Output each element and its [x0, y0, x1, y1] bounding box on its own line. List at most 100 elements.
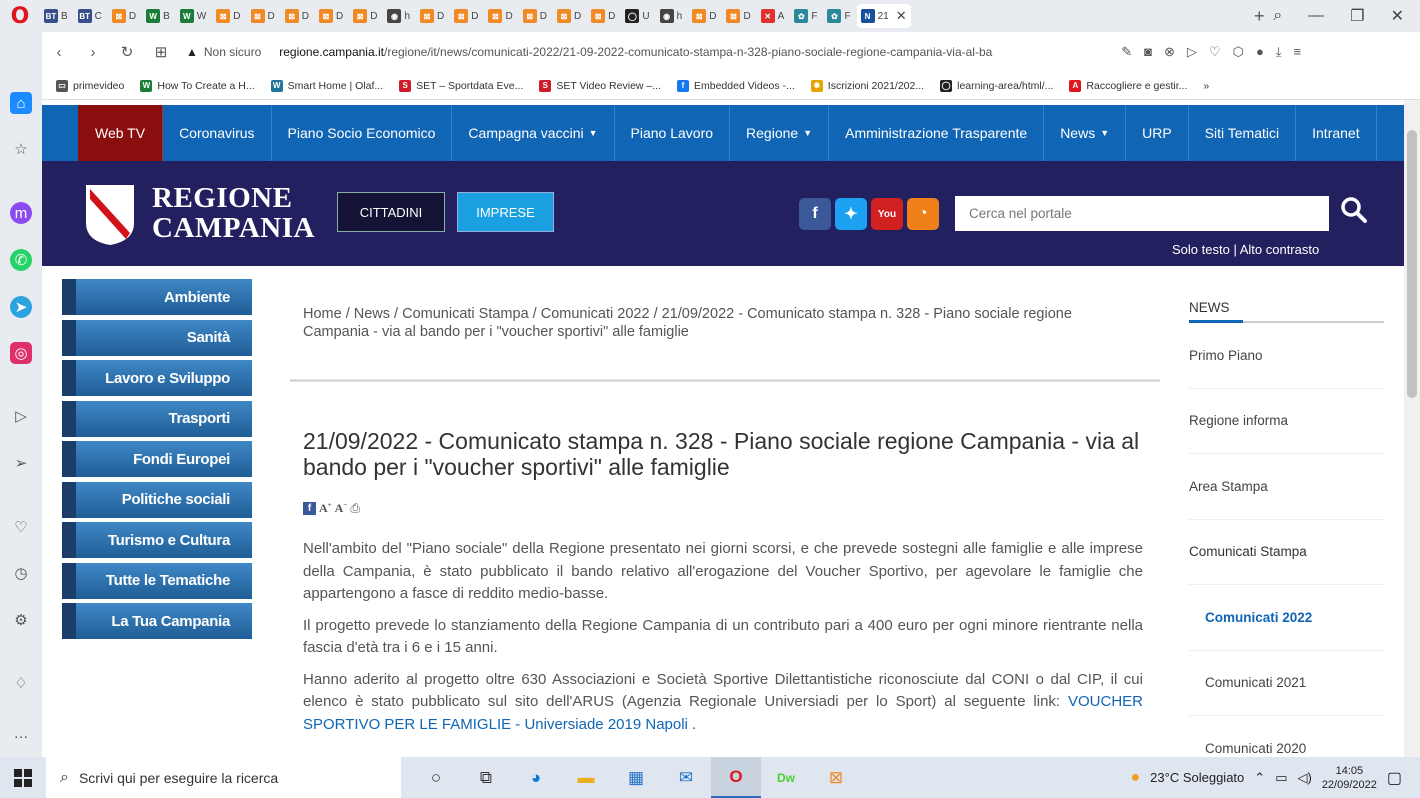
browser-tab[interactable]: ◉ h: [383, 4, 414, 28]
heart-sidebar-icon[interactable]: ♡: [10, 516, 32, 538]
home-icon[interactable]: ⌂: [10, 92, 32, 114]
nav-item-regione[interactable]: Regione ▼: [730, 105, 830, 161]
close-tab-icon[interactable]: ✕: [896, 8, 907, 24]
news-sidebar-item[interactable]: Comunicati Stampa: [1189, 520, 1384, 585]
nav-item-urp[interactable]: URP: [1126, 105, 1189, 161]
left-menu-item[interactable]: Tutte le Tematiche: [62, 562, 252, 599]
browser-tab[interactable]: BT C: [74, 4, 106, 28]
browser-tab[interactable]: ⊠ D: [722, 4, 754, 28]
history-icon[interactable]: ◷: [10, 562, 32, 584]
cortana-icon[interactable]: ○: [411, 757, 461, 798]
font-decrease-icon[interactable]: A−: [335, 501, 348, 516]
twitter-icon[interactable]: ✦: [835, 198, 867, 230]
bookmark-item[interactable]: S SET Video Review –...: [539, 79, 661, 92]
page-scrollbar[interactable]: [1404, 100, 1420, 757]
weather-icon[interactable]: ●: [1131, 769, 1141, 787]
browser-tab[interactable]: ⊠ D: [688, 4, 720, 28]
left-menu-item[interactable]: Turismo e Cultura: [62, 522, 252, 558]
browser-tab-active[interactable]: N 21 ✕: [856, 4, 911, 28]
nav-item-amministrazione-trasparente[interactable]: Amministrazione Trasparente: [829, 105, 1045, 161]
browser-tab[interactable]: ⊠ D: [108, 4, 140, 28]
more-bookmarks-icon[interactable]: »: [1203, 80, 1209, 92]
settings-icon[interactable]: ⚙: [10, 609, 32, 631]
facebook-share-icon[interactable]: f: [303, 502, 316, 515]
news-sidebar-item[interactable]: Primo Piano: [1189, 323, 1384, 389]
left-menu-item[interactable]: Lavoro e Sviluppo: [62, 360, 252, 396]
heart-icon[interactable]: ♡: [1209, 44, 1221, 60]
whatsapp-icon[interactable]: ✆: [10, 249, 32, 271]
player-icon[interactable]: ▷: [10, 405, 32, 427]
facebook-icon[interactable]: f: [799, 198, 831, 230]
instagram-icon[interactable]: ◎: [10, 342, 32, 364]
browser-tab[interactable]: ⊠ D: [519, 4, 551, 28]
notification-icon[interactable]: ▢: [1387, 768, 1402, 788]
xampp-icon[interactable]: ⊠: [811, 757, 861, 798]
network-icon[interactable]: ▭: [1275, 770, 1287, 786]
left-menu-item[interactable]: La Tua Campania: [62, 603, 252, 639]
menu-icon[interactable]: ≡: [1294, 44, 1302, 60]
task-view-icon[interactable]: ⧉: [461, 757, 511, 798]
browser-tab[interactable]: ⊠ D: [553, 4, 585, 28]
download-icon[interactable]: ⤓: [1276, 44, 1282, 60]
clock[interactable]: 14:05 22/09/2022: [1322, 764, 1377, 792]
dreamweaver-icon[interactable]: Dw: [761, 757, 811, 798]
breadcrumb[interactable]: Home / News / Comunicati Stampa / Comuni…: [303, 305, 1123, 341]
browser-tab[interactable]: BT B: [40, 4, 72, 28]
adblock-icon[interactable]: ⊗: [1164, 44, 1175, 60]
browser-tab[interactable]: ⊠ D: [587, 4, 619, 28]
edge-icon[interactable]: ◕: [511, 757, 561, 798]
browser-tab[interactable]: ⊠ D: [247, 4, 279, 28]
send-sidebar-icon[interactable]: ➢: [10, 452, 32, 474]
bookmark-item[interactable]: A Raccogliere e gestir...: [1069, 79, 1187, 92]
minimize-button[interactable]: —: [1308, 7, 1324, 25]
regione-campania-shield-icon[interactable]: [84, 183, 136, 247]
nav-item-web-tv[interactable]: Web TV: [78, 105, 164, 161]
profile-icon[interactable]: ●: [1256, 44, 1264, 60]
weather-text[interactable]: 23°C Soleggiato: [1150, 770, 1244, 785]
news-sidebar-item[interactable]: Comunicati 2021: [1189, 651, 1384, 716]
telegram-icon[interactable]: ➤: [10, 296, 32, 318]
close-window-button[interactable]: ✕: [1391, 6, 1404, 26]
camera-icon[interactable]: ◙: [1144, 44, 1152, 60]
browser-tab[interactable]: ◯ U: [621, 4, 653, 28]
news-sidebar-item[interactable]: Comunicati 2022: [1189, 585, 1384, 651]
rss-icon[interactable]: ◔: [907, 198, 939, 230]
reload-button[interactable]: ↻: [110, 43, 144, 61]
browser-tab[interactable]: ⊠ D: [281, 4, 313, 28]
left-menu-item[interactable]: Trasporti: [62, 400, 252, 437]
start-button[interactable]: [0, 757, 46, 798]
site-logo-text[interactable]: REGIONE CAMPANIA: [152, 183, 315, 243]
send-icon[interactable]: ▷: [1187, 44, 1197, 60]
bookmark-item[interactable]: ▭ primevideo: [56, 79, 124, 92]
opera-logo-icon[interactable]: O: [0, 0, 40, 32]
left-menu-item[interactable]: Ambiente: [62, 279, 252, 315]
browser-tab[interactable]: WB: [142, 4, 174, 28]
messenger-icon[interactable]: m: [10, 202, 32, 224]
security-indicator[interactable]: ▲ Non sicuro: [186, 45, 261, 59]
file-explorer-icon[interactable]: ▬: [561, 757, 611, 798]
browser-tab[interactable]: ◉ h: [656, 4, 687, 28]
forward-button[interactable]: ›: [76, 44, 110, 61]
star-icon[interactable]: ☆: [10, 138, 32, 160]
nav-item-intranet[interactable]: Intranet: [1296, 105, 1377, 161]
search-icon[interactable]: [1339, 195, 1369, 225]
new-tab-button[interactable]: +: [1245, 6, 1273, 27]
bookmark-item[interactable]: ◯ learning-area/html/...: [940, 79, 1053, 92]
cittadini-button[interactable]: CITTADINI: [337, 192, 445, 232]
alto-contrasto-link[interactable]: Alto contrasto: [1240, 242, 1320, 257]
bookmark-item[interactable]: S SET – Sportdata Eve...: [399, 79, 523, 92]
imprese-button[interactable]: IMPRESE: [457, 192, 554, 232]
news-sidebar-item[interactable]: Area Stampa: [1189, 454, 1384, 520]
tray-chevron-icon[interactable]: ⌃: [1254, 770, 1265, 786]
solo-testo-link[interactable]: Solo testo: [1172, 242, 1230, 257]
nav-item-piano-lavoro[interactable]: Piano Lavoro: [615, 105, 731, 161]
mail-icon[interactable]: ✉: [661, 757, 711, 798]
youtube-icon[interactable]: You: [871, 198, 903, 230]
scrollbar-thumb[interactable]: [1407, 130, 1417, 398]
nav-item-news[interactable]: News ▼: [1044, 105, 1127, 161]
bookmark-item[interactable]: ✹ Iscrizioni 2021/202...: [810, 79, 924, 92]
nav-item-coronavirus[interactable]: Coronavirus: [163, 105, 272, 161]
browser-tab[interactable]: ✿ F: [790, 4, 821, 28]
browser-tab[interactable]: ⊠ D: [349, 4, 381, 28]
lightbulb-icon[interactable]: ♢: [10, 672, 32, 694]
